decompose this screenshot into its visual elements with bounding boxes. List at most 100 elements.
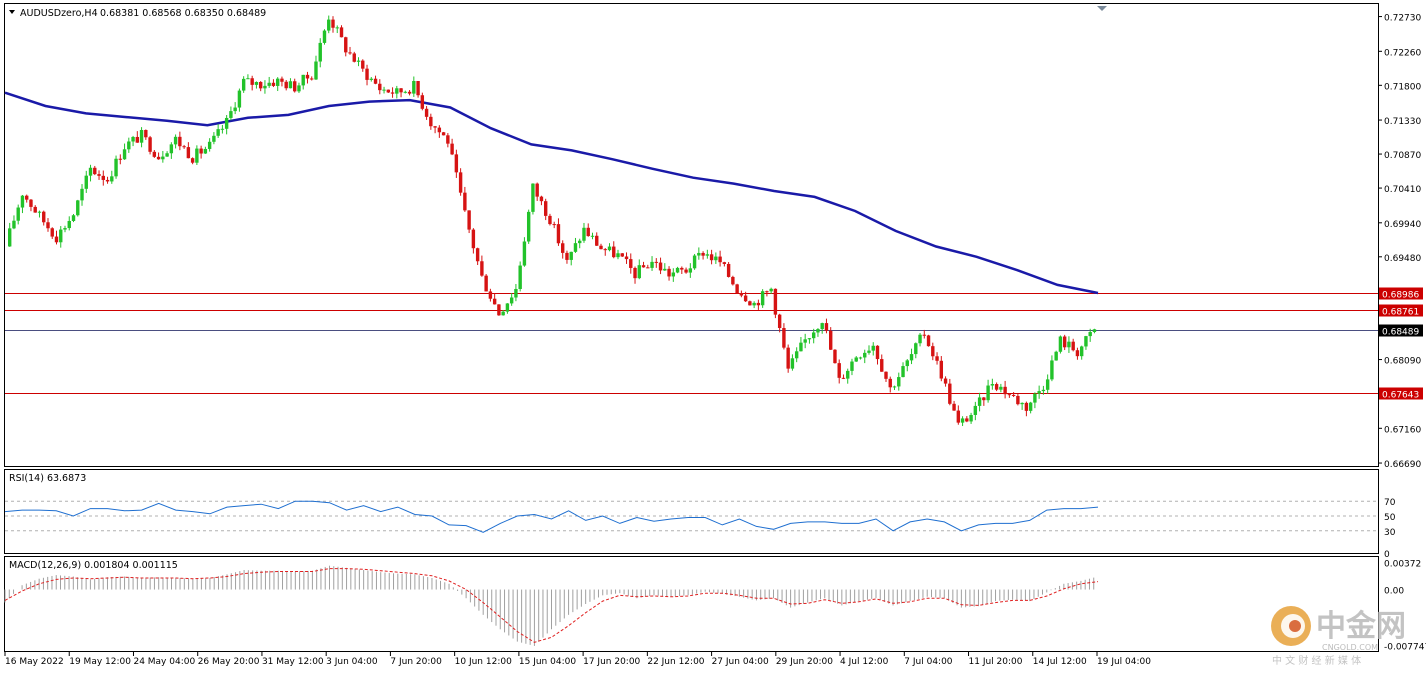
candle-body	[254, 81, 259, 85]
rsi-title: RSI(14) 63.6873	[9, 473, 86, 484]
candle-body	[233, 107, 237, 112]
candle-body	[1020, 402, 1024, 405]
candle-body	[977, 397, 982, 406]
candle-body	[20, 195, 25, 208]
candle-body	[54, 236, 59, 243]
candle-body	[429, 116, 433, 127]
candle-body	[1033, 393, 1037, 403]
candle-body	[931, 346, 935, 357]
candle-body	[403, 91, 408, 93]
candle-body	[352, 53, 356, 62]
candle-body	[37, 211, 42, 213]
candle-body	[258, 81, 263, 89]
candle-body	[1024, 402, 1029, 411]
time-tick-label-5: 3 Jun 04:00	[326, 657, 378, 667]
candle-body	[246, 78, 250, 80]
candle-body	[88, 167, 93, 176]
price-tick-label-3: 0.71330	[1384, 117, 1421, 127]
candle-body	[663, 268, 667, 271]
candle-body	[646, 267, 650, 269]
price-tick-label-4: 0.70870	[1384, 151, 1421, 161]
candle-body	[84, 175, 88, 189]
candle-body	[794, 351, 799, 359]
candle-body	[139, 130, 144, 143]
candle-body	[195, 148, 199, 163]
candle-body	[16, 207, 20, 221]
candle-body	[854, 357, 858, 362]
candle-body	[161, 156, 165, 160]
rsi-tick-label-2: 30	[1384, 528, 1396, 538]
candle-body	[726, 263, 731, 277]
candle-body	[658, 262, 663, 271]
candle-body	[105, 179, 110, 182]
time-tick-label-9: 17 Jun 20:00	[583, 657, 640, 667]
candle-body	[433, 126, 437, 128]
candle-body	[318, 42, 322, 62]
candle-body	[675, 267, 680, 273]
candle-body	[216, 129, 220, 136]
candle-body	[850, 361, 854, 371]
candle-body	[807, 338, 812, 340]
candle-body	[590, 235, 595, 237]
candle-body	[901, 366, 905, 378]
symbol-title: AUDUSDzero,H4	[20, 8, 98, 19]
candle-body	[135, 136, 140, 143]
time-tick-label-15: 11 Jul 20:00	[969, 657, 1023, 667]
candle-body	[909, 354, 914, 361]
candle-body	[463, 192, 467, 211]
candle-body	[518, 265, 522, 289]
candle-body	[361, 60, 365, 69]
candle-body	[390, 92, 395, 94]
time-tick-label-10: 22 Jun 12:00	[647, 657, 704, 667]
candle-body	[875, 345, 880, 360]
candle-body	[144, 130, 148, 138]
candle-body	[943, 378, 948, 384]
candle-body	[578, 240, 582, 244]
candle-body	[344, 37, 348, 53]
candle-body	[67, 220, 71, 229]
candle-body	[1011, 394, 1016, 396]
candle-body	[1003, 386, 1007, 395]
candle-body	[76, 200, 80, 216]
candle-body	[539, 196, 544, 202]
candle-body	[535, 183, 539, 197]
time-tick-label-17: 19 Jul 04:00	[1097, 657, 1151, 667]
candle-body	[918, 334, 922, 344]
price-tick-label-11: 0.68090	[1384, 357, 1421, 367]
candle-body	[705, 254, 710, 256]
candle-body	[1041, 389, 1046, 392]
candle-body	[939, 360, 944, 379]
candle-body	[450, 143, 454, 155]
candle-body	[884, 371, 888, 379]
candle-body	[356, 60, 361, 62]
candle-body	[441, 132, 446, 136]
candle-body	[399, 88, 403, 93]
time-tick-label-14: 7 Jul 04:00	[904, 657, 953, 667]
candle-body	[118, 158, 123, 160]
macd-tick-label-2: -0.007747	[1384, 643, 1426, 653]
candle-body	[25, 195, 29, 200]
candle-body	[769, 288, 773, 292]
macd-tick-label-0: 0.00372	[1384, 560, 1421, 570]
candle-body	[582, 227, 586, 241]
candle-body	[182, 146, 186, 148]
candle-body	[484, 275, 488, 292]
candle-body	[395, 88, 399, 94]
price-tick-label-5: 0.70410	[1384, 185, 1421, 195]
price-tick-label-13: 0.67160	[1384, 425, 1421, 435]
trading-chart: 0.72730 0.72260 0.71800 0.71330 0.70870 0.704…	[4, 3, 1426, 667]
candle-body	[369, 78, 373, 80]
candle-body	[203, 148, 208, 154]
candle-body	[731, 276, 735, 285]
candle-body	[922, 334, 926, 336]
candle-body	[841, 377, 846, 379]
candle-body	[526, 211, 531, 242]
candle-body	[637, 265, 641, 279]
price-tick-label-14: 0.66690	[1384, 460, 1421, 470]
watermark-tagline: 中 文 财 经 新 媒 体	[1272, 654, 1361, 667]
candle-body	[897, 377, 901, 387]
candle-body	[497, 304, 501, 316]
time-tick-label-3: 26 May 20:00	[198, 657, 260, 667]
candle-body	[220, 128, 225, 130]
candle-body	[863, 352, 867, 358]
